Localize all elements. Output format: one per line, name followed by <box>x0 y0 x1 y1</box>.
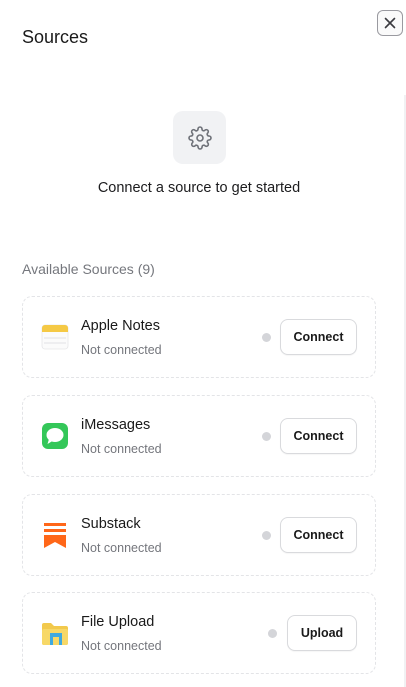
connect-button-apple-notes[interactable]: Connect <box>280 319 357 355</box>
empty-state-message: Connect a source to get started <box>97 180 301 196</box>
connect-button-imessages[interactable]: Connect <box>280 418 357 454</box>
source-card-substack: Substack Not connected Connect <box>22 494 376 576</box>
source-card-imessages: iMessages Not connected Connect <box>22 395 376 477</box>
source-status: Not connected <box>81 639 162 653</box>
sources-panel: Sources Connect a source to get started … <box>0 0 406 687</box>
apple-notes-icon <box>41 324 69 350</box>
close-button[interactable] <box>377 10 403 36</box>
source-status: Not connected <box>81 343 162 357</box>
imessages-icon <box>42 423 68 449</box>
source-name: iMessages <box>81 417 151 433</box>
substack-icon <box>44 523 66 548</box>
status-dot <box>262 333 271 342</box>
source-name: Apple Notes <box>81 318 160 334</box>
status-dot <box>262 432 271 441</box>
empty-state-icon-box <box>173 111 226 164</box>
close-icon <box>384 17 396 29</box>
source-card-apple-notes: Apple Notes Not connected Connect <box>22 296 376 378</box>
panel-title: Sources <box>22 27 89 47</box>
source-name: Substack <box>81 516 141 532</box>
source-name: File Upload <box>81 614 155 630</box>
source-status: Not connected <box>81 442 162 456</box>
status-dot <box>262 531 271 540</box>
source-card-file-upload: File Upload Not connected Upload <box>22 592 376 674</box>
status-dot <box>268 629 277 638</box>
available-sources-heading: Available Sources (9) <box>22 261 155 277</box>
upload-button[interactable]: Upload <box>287 615 357 651</box>
folder-icon <box>42 623 68 645</box>
source-status: Not connected <box>81 541 162 555</box>
connect-button-substack[interactable]: Connect <box>280 517 357 553</box>
gear-icon <box>187 125 212 150</box>
